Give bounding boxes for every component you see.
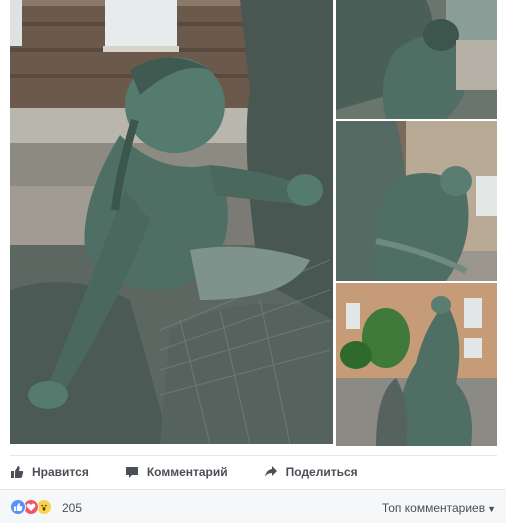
share-button[interactable]: Поделиться [264,465,358,479]
share-icon [264,465,278,479]
like-button[interactable]: Нравится [10,465,89,479]
reactions-bar: 205 Топ комментариев ▼ [0,489,506,523]
thumbs-up-icon [10,465,24,479]
thumbnail-3[interactable] [336,283,497,446]
like-label: Нравится [32,465,89,479]
thumbnail-2[interactable] [336,121,497,281]
thumbnail-1[interactable] [336,0,497,119]
comment-sort-dropdown[interactable]: Топ комментариев ▼ [382,501,496,515]
sort-label: Топ комментариев [381,501,486,515]
reaction-count[interactable]: 205 [62,501,82,515]
comment-label: Комментарий [146,465,228,479]
action-bar: Нравится Комментарий Поделиться [10,455,497,488]
main-photo[interactable] [10,0,333,444]
like-icon [10,499,26,515]
reaction-icons[interactable] [10,499,52,515]
comment-icon [125,465,139,479]
caret-down-icon: ▼ [487,504,496,514]
share-label: Поделиться [285,465,358,479]
comment-button[interactable]: Комментарий [125,465,228,479]
photo-grid [10,0,497,446]
